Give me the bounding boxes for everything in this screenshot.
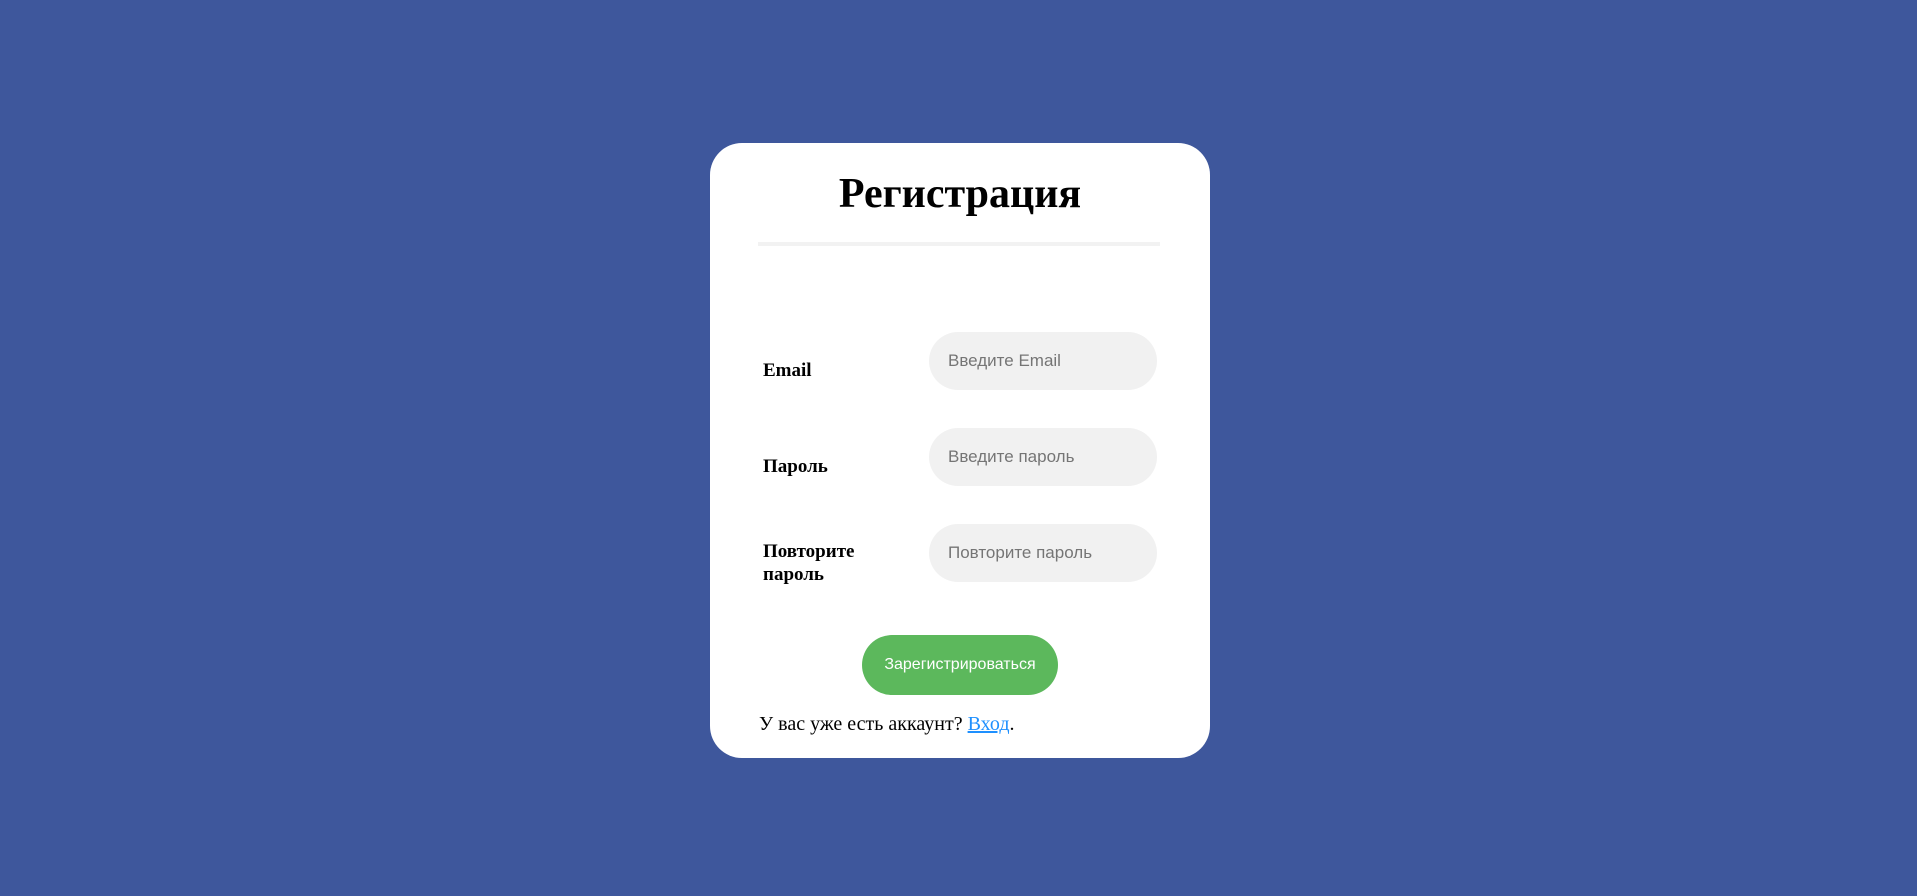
confirm-password-label: Повторите пароль	[763, 541, 855, 585]
title-divider	[758, 242, 1160, 246]
registration-card: Регистрация Email Пароль Повторите парол…	[710, 143, 1210, 758]
email-input[interactable]	[929, 332, 1157, 390]
register-button[interactable]: Зарегистрироваться	[862, 635, 1058, 695]
login-link[interactable]: Вход	[968, 713, 1010, 735]
login-prompt: У вас уже есть аккаунт? Вход.	[759, 712, 1015, 736]
confirm-password-input[interactable]	[929, 524, 1157, 582]
page-title: Регистрация	[838, 171, 1082, 217]
password-input[interactable]	[929, 428, 1157, 486]
login-prompt-suffix: .	[1009, 713, 1015, 735]
login-prompt-text: У вас уже есть аккаунт?	[759, 713, 968, 735]
password-label: Пароль	[763, 456, 828, 477]
email-label: Email	[763, 360, 812, 381]
